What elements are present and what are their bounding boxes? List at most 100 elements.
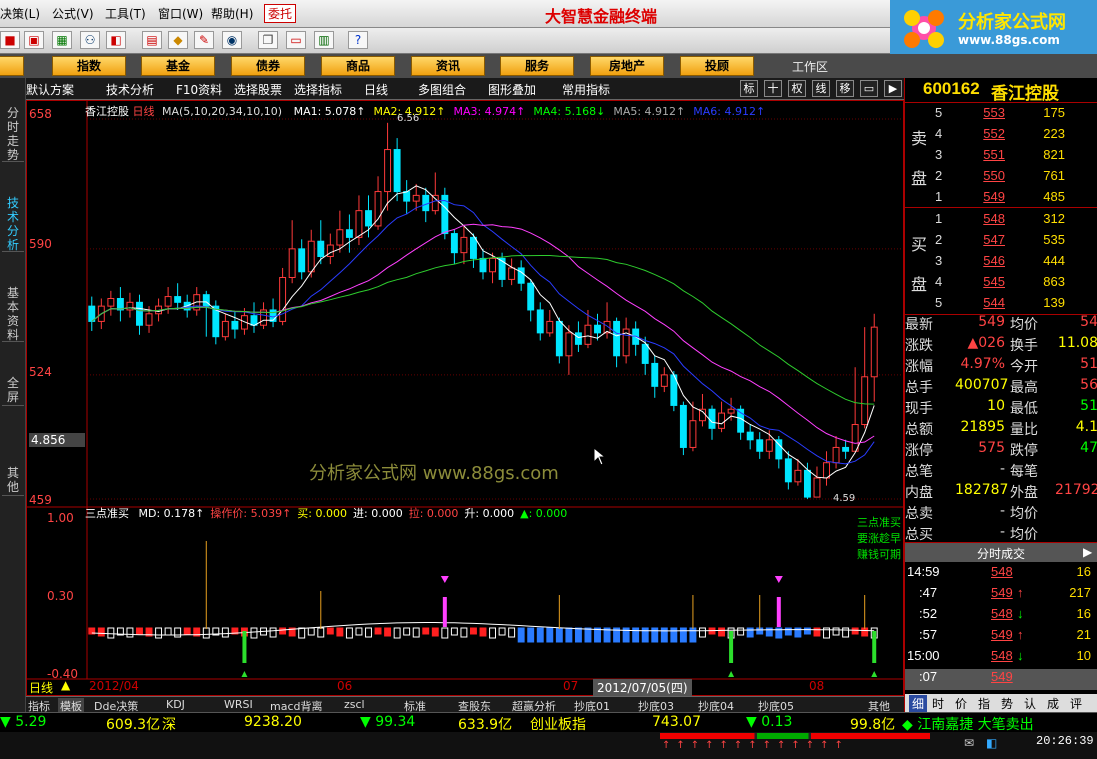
cat-commodity[interactable]: 商品 <box>321 56 395 76</box>
sell-row[interactable]: 2 550 761 <box>905 168 1097 188</box>
stat-row: 涨停 575 跌停 47 <box>905 440 1097 459</box>
sell-row[interactable]: 3 551 821 <box>905 147 1097 167</box>
menu-decision[interactable]: 决策(L) <box>0 5 40 22</box>
indicator-bar <box>498 627 506 636</box>
workarea-label[interactable]: 工作区 <box>792 58 828 75</box>
tab-default-scheme[interactable]: 默认方案 <box>26 81 74 98</box>
candle-body <box>88 305 96 322</box>
right-tab[interactable]: 细 <box>909 695 928 712</box>
tool-next[interactable]: ▶ <box>884 80 902 97</box>
right-tab[interactable]: 评 <box>1070 695 1082 712</box>
books-icon[interactable]: ▥ <box>314 31 334 49</box>
binoculars-icon[interactable]: ⚇ <box>80 31 100 49</box>
tool-rights[interactable]: 权 <box>788 80 806 97</box>
tick-row: 14:59 548 16 <box>907 564 1091 579</box>
tool-crosshair[interactable]: 十 <box>764 80 782 97</box>
tab-common-indicators[interactable]: 常用指标 <box>562 81 610 98</box>
chart-icon[interactable]: ◧ <box>106 31 126 49</box>
tab-select-stock[interactable]: 选择股票 <box>234 81 282 98</box>
right-tab[interactable]: 势 <box>1001 695 1013 712</box>
side-tab-fullscreen[interactable]: 全屏 <box>2 376 24 406</box>
btab-kdj[interactable]: KDJ <box>166 698 185 711</box>
trade-button[interactable]: 委托 <box>264 4 297 23</box>
stat-row: 总额 21895 量比 4.1 <box>905 419 1097 438</box>
sell-row[interactable]: 4 552 223 <box>905 126 1097 146</box>
indicator-bar <box>679 627 687 643</box>
tab-technical[interactable]: 技术分析 <box>106 81 154 98</box>
candle-body <box>365 210 372 227</box>
side-tab-intraday[interactable]: 分时走势 <box>2 106 24 162</box>
tab-period[interactable]: 日线 <box>364 81 388 98</box>
side-tab-fundamental[interactable]: 基本资料 <box>2 286 24 342</box>
mail-icon[interactable]: ✉ <box>964 736 974 750</box>
buy-row[interactable]: 3 546 444 <box>905 253 1097 273</box>
menu-help[interactable]: 帮助(H) <box>211 5 253 22</box>
menu-formula[interactable]: 公式(V) <box>52 5 94 22</box>
circle-icon[interactable]: ◉ <box>222 31 242 49</box>
menu-window[interactable]: 窗口(W) <box>158 5 203 22</box>
kline-chart[interactable] <box>27 101 905 697</box>
side-tabs: 分时走势 技术分析 基本资料 全屏 其他 <box>0 78 26 712</box>
monitor-icon[interactable]: ▣ <box>24 31 44 49</box>
tab-select-indicator[interactable]: 选择指标 <box>294 81 342 98</box>
indicator-tabs: 指标 模板 Dde决策 KDJ WRSI macd背离 zscl 标准 查股东 … <box>26 696 904 714</box>
cat-realestate[interactable]: 房地产 <box>590 56 664 76</box>
x-month-1: 2012/04 <box>89 679 139 693</box>
buy-row[interactable]: 1 548 312 <box>905 211 1097 231</box>
tool-mark[interactable]: 标 <box>740 80 758 97</box>
tab-multichart[interactable]: 多图组合 <box>418 81 466 98</box>
tool-line[interactable]: 线 <box>812 80 830 97</box>
indicator-bar <box>155 627 163 639</box>
stop-icon[interactable]: ■ <box>0 31 20 49</box>
tool-move[interactable]: 移 <box>836 80 854 97</box>
cat-bond[interactable]: 债券 <box>231 56 305 76</box>
buy-row[interactable]: 4 545 863 <box>905 274 1097 294</box>
tab-f10[interactable]: F10资料 <box>176 81 222 98</box>
indicator-bar <box>107 627 115 639</box>
grid-icon[interactable]: ▦ <box>52 31 72 49</box>
chart-area[interactable]: 香江控股 日线 MA(5,10,20,34,10,10) MA1: 5.078↑… <box>26 100 904 696</box>
buy-row[interactable]: 5 544 139 <box>905 295 1097 315</box>
sell-row[interactable]: 1 549 485 <box>905 189 1097 209</box>
candle-body <box>613 320 621 357</box>
document-icon[interactable]: ▤ <box>142 31 162 49</box>
logo: 分析家公式网 www.88gs.com <box>890 0 1097 56</box>
sell-row[interactable]: 5 553 175 <box>905 105 1097 125</box>
high-annotation: 6.56 <box>397 113 420 124</box>
right-tab[interactable]: 价 <box>955 695 967 712</box>
tab-overlay[interactable]: 图形叠加 <box>488 81 536 98</box>
diamond-icon[interactable]: ◆ <box>168 31 188 49</box>
right-tab[interactable]: 时 <box>932 695 944 712</box>
cat-stock[interactable]: 股 <box>0 56 24 76</box>
ticks-next-icon[interactable]: ▶ <box>1083 545 1092 559</box>
help-cursor-icon[interactable]: ? <box>348 31 368 49</box>
ma-value-5: MA5: 4.912↑ <box>613 105 686 118</box>
cat-fund[interactable]: 基金 <box>141 56 215 76</box>
side-tab-technical[interactable]: 技术分析 <box>2 196 24 252</box>
right-tab[interactable]: 成 <box>1047 695 1059 712</box>
stat-row: 现手 10 最低 51 <box>905 398 1097 417</box>
side-tab-other[interactable]: 其他 <box>2 466 24 496</box>
indicator-bar <box>136 627 143 635</box>
btab-wrsi[interactable]: WRSI <box>224 698 253 711</box>
candle-body <box>765 439 773 452</box>
right-tab[interactable]: 认 <box>1024 695 1036 712</box>
candle-body <box>517 267 525 284</box>
candle-body <box>202 294 210 307</box>
pen-icon[interactable]: ✎ <box>194 31 214 49</box>
indicator-value-1: MD: 0.178↑ <box>138 507 205 520</box>
window-icon[interactable]: ▭ <box>286 31 306 49</box>
indicator-bar <box>699 627 706 638</box>
btab-zscl[interactable]: zscl <box>344 698 365 711</box>
cat-advisor[interactable]: 投顾 <box>680 56 754 76</box>
cat-index[interactable]: 指数 <box>52 56 126 76</box>
tool-window[interactable]: ▭ <box>860 80 878 97</box>
status-item: ▼ 5.29 <box>0 714 47 730</box>
cat-news[interactable]: 资讯 <box>411 56 485 76</box>
buy-row[interactable]: 2 547 535 <box>905 232 1097 252</box>
cat-service[interactable]: 服务 <box>500 56 574 76</box>
copy-icon[interactable]: ❐ <box>258 31 278 49</box>
candle-body <box>784 458 792 483</box>
menu-tools[interactable]: 工具(T) <box>105 5 146 22</box>
right-tab[interactable]: 指 <box>978 695 990 712</box>
